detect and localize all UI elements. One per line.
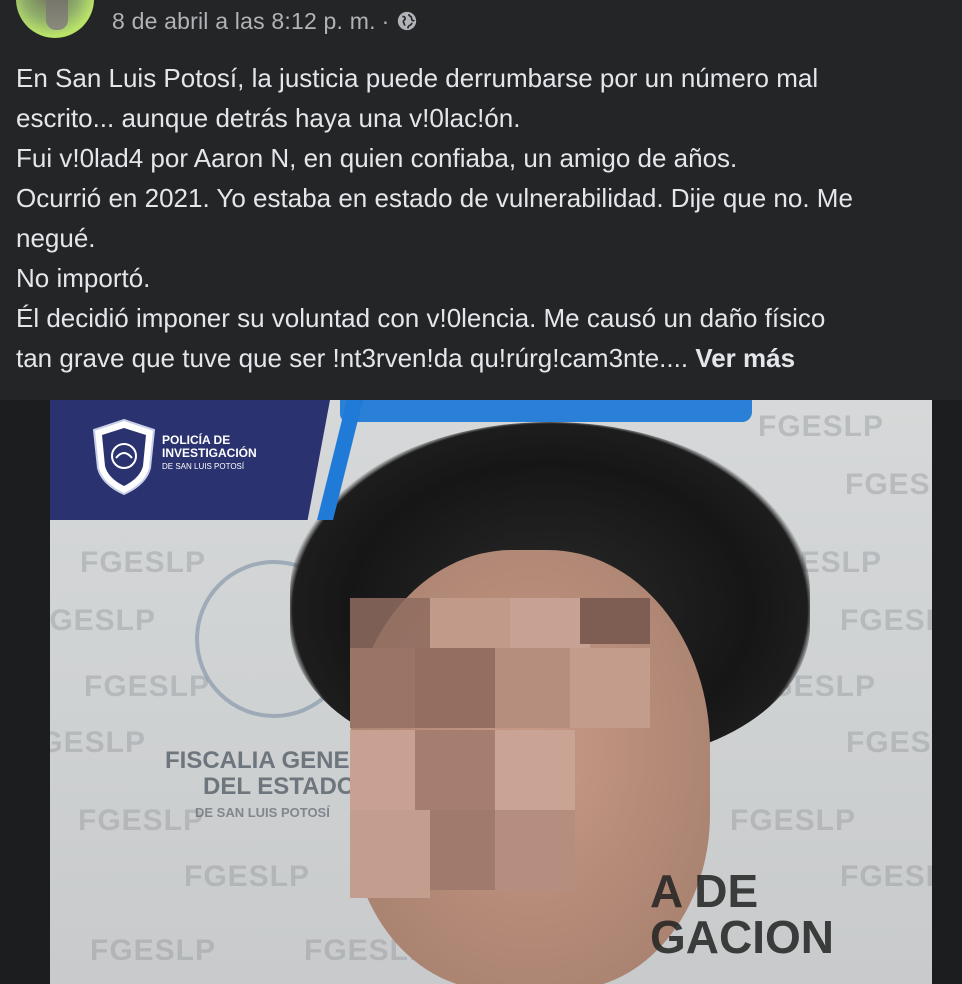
post-photo[interactable]: FGESLP FGESLP FGESLP FGESLP FGESLP FGESL… (50, 400, 932, 984)
avatar[interactable] (16, 0, 94, 38)
watermark: FGESLP (50, 604, 157, 637)
badge-line1: Policía de (162, 433, 231, 447)
watermark: FGESLP (50, 726, 147, 759)
post-line-last: tan grave que tuve que ser !nt3rven!da q… (16, 338, 956, 378)
see-more-link[interactable]: Ver más (695, 343, 795, 373)
badge-line3: de San Luis Potosí (162, 462, 245, 471)
censor-pixel (570, 648, 650, 728)
watermark: FGESLP (840, 604, 932, 637)
post-line: Él decidió imponer su voluntad con v!0le… (16, 303, 826, 333)
censor-pixel (350, 810, 430, 898)
police-banner-text: Policía de Investigación de San Luis Pot… (162, 434, 257, 473)
watermark: FGESLP (730, 804, 857, 837)
banner-top-bar (340, 400, 752, 422)
shield-icon (92, 418, 156, 496)
globe-icon[interactable] (396, 10, 418, 32)
watermark: FGESLP (846, 726, 932, 759)
watermark: FGESLP (840, 860, 932, 893)
watermark: FGESLP (758, 410, 885, 443)
watermark: FGESLP (90, 934, 217, 967)
post-line: No importó. (16, 263, 151, 293)
post-text: En San Luis Potosí, la justicia puede de… (16, 58, 956, 378)
post-line: Fui v!0lad4 por Aaron N, en quien confia… (16, 143, 738, 173)
post-line: escrito... aunque detrás haya una v!0lac… (16, 103, 521, 133)
shirt-lettering: A DE GACION (650, 868, 834, 960)
censor-pixel (415, 648, 495, 728)
watermark: FGESLP (84, 670, 211, 703)
censor-pixel (495, 648, 575, 728)
post-photo-container[interactable]: FGESLP FGESLP FGESLP FGESLP FGESLP FGESL… (0, 400, 962, 984)
censor-pixel (580, 598, 650, 644)
police-banner: Policía de Investigación de San Luis Pot… (50, 400, 330, 520)
censor-pixel (495, 730, 575, 810)
shirt-line2: GACION (650, 911, 834, 963)
separator-dot: · (381, 8, 390, 34)
post-timestamp[interactable]: 8 de abril a las 8:12 p. m. · (112, 8, 418, 35)
post-line: negué. (16, 223, 96, 253)
shirt-line1: A DE (650, 865, 759, 917)
watermark: FGESLP (80, 546, 207, 579)
censor-pixel (495, 810, 575, 890)
post-line: Ocurrió en 2021. Yo estaba en estado de … (16, 183, 853, 213)
badge-line2: Investigación (162, 446, 257, 460)
post-header: 8 de abril a las 8:12 p. m. · (0, 0, 962, 48)
watermark: FGESLP (845, 468, 932, 501)
post-line: En San Luis Potosí, la justicia puede de… (16, 63, 819, 93)
watermark: FGESLP (184, 860, 311, 893)
censor-pixel (415, 730, 495, 810)
timestamp-text[interactable]: 8 de abril a las 8:12 p. m. (112, 8, 376, 34)
post-line: tan grave que tuve que ser !nt3rven!da q… (16, 343, 689, 373)
